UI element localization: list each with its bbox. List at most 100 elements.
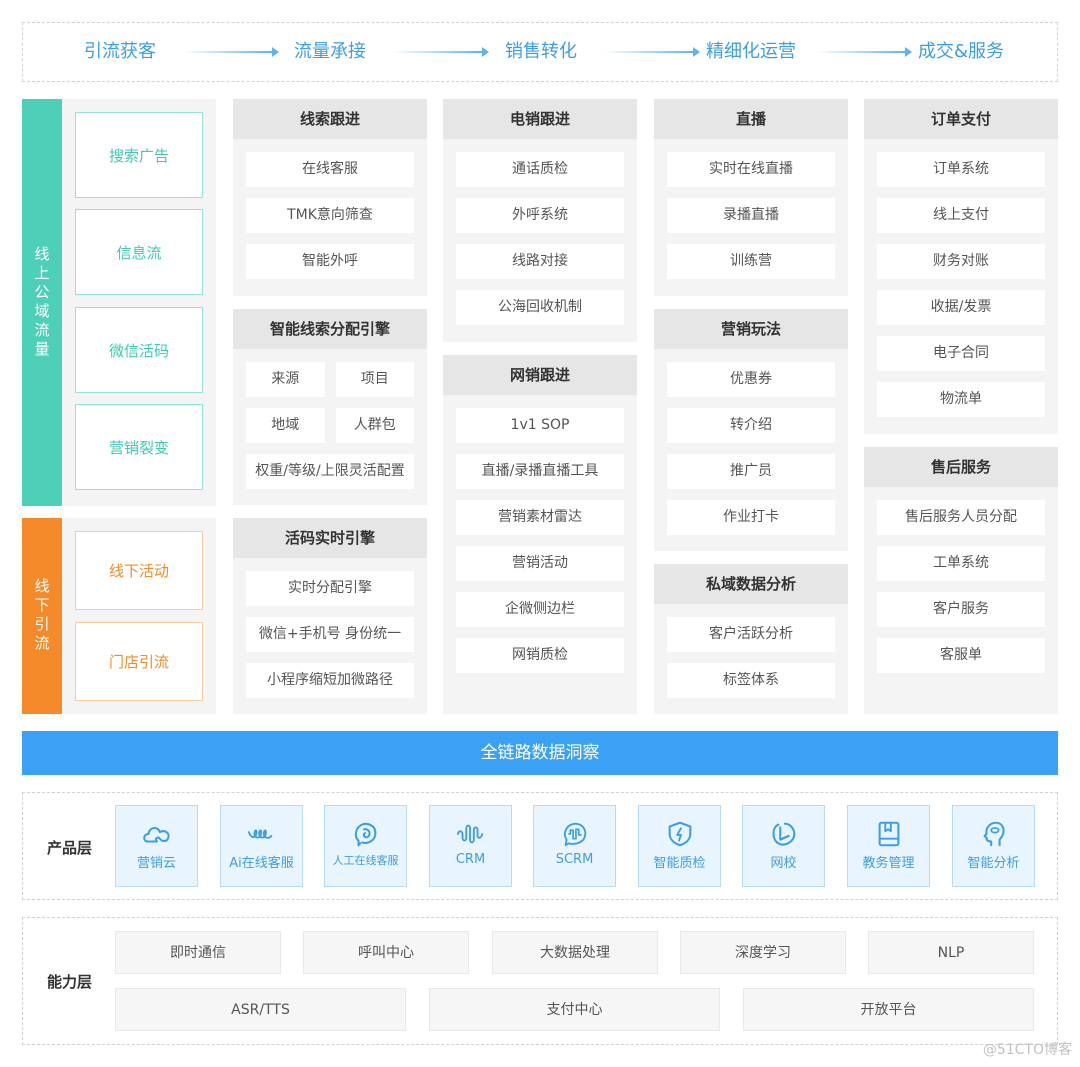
product-name: Ai在线客服 [229,856,294,871]
full-chain-insight-bar: 全链路数据洞察 [22,731,1058,775]
source-store[interactable]: 门店引流 [75,622,203,701]
product-layer-label: 产品层 [47,839,93,857]
list-item[interactable]: 客服单 [877,638,1045,673]
panel-private-data: 私域数据分析 客户活跃分析 标签体系 [654,564,848,714]
list-item[interactable]: 收据/发票 [877,290,1045,325]
ability-layer: 能力层 即时通信 呼叫中心 大数据处理 深度学习 NLP ASR/TTS 支付中… [22,917,1058,1045]
list-item[interactable]: 线路对接 [456,244,624,279]
list-item[interactable]: 优惠券 [667,362,835,397]
product-name: 智能分析 [967,856,1020,871]
chat-wave-icon [563,822,586,847]
product-name: 网校 [770,856,797,871]
list-item[interactable]: 营销活动 [456,546,624,581]
source-wechat-code[interactable]: 微信活码 [75,307,203,393]
list-item[interactable]: 录播直播 [667,198,835,233]
product-card-scrm[interactable]: SCRM [533,805,616,887]
list-item[interactable]: 订单系统 [877,152,1045,187]
ability-item[interactable]: 即时通信 [115,931,281,974]
flow-step-operate: 精细化运营 [706,41,796,62]
list-item[interactable]: 1v1 SOP [456,408,624,443]
list-item[interactable]: 实时在线直播 [667,152,835,187]
list-item[interactable]: 电子合同 [877,336,1045,371]
product-card-human-service[interactable]: 人工在线客服 [324,805,407,887]
list-item[interactable]: 外呼系统 [456,198,624,233]
list-item[interactable]: 通话质检 [456,152,624,187]
panel-title: 电销跟进 [443,99,637,139]
list-item[interactable]: 客户服务 [877,592,1045,627]
source-search-ads[interactable]: 搜索广告 [75,112,203,198]
list-item[interactable]: 客户活跃分析 [667,617,835,652]
shield-bolt-icon [668,821,691,847]
list-item[interactable]: 小程序缩短加微路径 [246,663,414,698]
ability-item[interactable]: 深度学习 [680,931,846,974]
ability-item[interactable]: 支付中心 [429,988,720,1031]
list-item[interactable]: 推广员 [667,454,835,489]
flow-step-receive: 流量承接 [294,41,366,62]
list-item[interactable]: 售后服务人员分配 [877,500,1045,535]
panel-live-code-engine: 活码实时引擎 实时分配引擎 微信+手机号 身份统一 小程序缩短加微路径 [233,518,427,714]
list-item[interactable]: 地域 [246,408,325,443]
list-item[interactable]: 直播/录播直播工具 [456,454,624,489]
watermark: @51CTO博客 [982,1042,1072,1058]
list-item[interactable]: 标签体系 [667,663,835,698]
product-card-online-school[interactable]: 网校 [742,805,825,887]
product-card-crm[interactable]: CRM [429,805,512,887]
panel-title: 智能线索分配引擎 [233,309,427,349]
product-card-ai-service[interactable]: Ai在线客服 [220,805,303,887]
arrow-right-icon [604,47,700,57]
ability-item[interactable]: 呼叫中心 [303,931,469,974]
list-item[interactable]: TMK意向筛查 [246,198,414,233]
list-item[interactable]: 作业打卡 [667,500,835,535]
list-item[interactable]: 营销素材雷达 [456,500,624,535]
process-flow-bar: 引流获客 流量承接 销售转化 精细化运营 成交&服务 [22,22,1058,82]
panel-title: 私域数据分析 [654,564,848,604]
cloud-icon [142,827,170,843]
list-item[interactable]: 网销质检 [456,638,624,673]
product-card-quality-check[interactable]: 智能质检 [638,805,721,887]
panel-live: 直播 实时在线直播 录播直播 训练营 [654,99,848,296]
wave-loops-icon [247,829,272,839]
list-item[interactable]: 物流单 [877,382,1045,417]
arrow-right-icon [393,47,489,57]
list-item[interactable]: 线上支付 [877,198,1045,233]
product-name: 人工在线客服 [332,854,399,867]
panel-order-payment: 订单支付 订单系统 线上支付 财务对账 收据/发票 电子合同 物流单 [864,99,1058,434]
book-icon [878,821,899,847]
ability-item[interactable]: NLP [868,931,1034,974]
list-item[interactable]: 训练营 [667,244,835,279]
ability-item[interactable]: ASR/TTS [115,988,406,1031]
source-offline-event[interactable]: 线下活动 [75,531,203,610]
panel-title: 订单支付 [864,99,1058,139]
product-name: 营销云 [136,856,176,871]
list-item[interactable]: 权重/等级/上限灵活配置 [246,454,414,489]
panel-lead-distribution: 智能线索分配引擎 来源 项目 地域 人群包 权重/等级/上限灵活配置 [233,309,427,505]
source-viral-marketing[interactable]: 营销裂变 [75,404,203,490]
list-item[interactable]: 微信+手机号 身份统一 [246,617,414,652]
product-card-smart-analysis[interactable]: 智能分析 [952,805,1035,887]
list-item[interactable]: 在线客服 [246,152,414,187]
list-item[interactable]: 工单系统 [877,546,1045,581]
source-feed[interactable]: 信息流 [75,209,203,295]
list-item[interactable]: 财务对账 [877,244,1045,279]
ability-item[interactable]: 大数据处理 [492,931,658,974]
list-item[interactable]: 人群包 [335,408,414,443]
product-card-academic-admin[interactable]: 教务管理 [847,805,930,887]
product-card-marketing-cloud[interactable]: 营销云 [115,805,198,887]
play-circle-icon [771,822,795,846]
offline-traffic-group: 线下引流 线下活动 门店引流 [22,518,216,714]
list-item[interactable]: 转介绍 [667,408,835,443]
offline-traffic-label: 线下引流 [22,518,62,714]
list-item[interactable]: 来源 [246,362,325,397]
arrow-right-icon [816,47,912,57]
list-item[interactable]: 实时分配引擎 [246,571,414,606]
flow-step-convert: 销售转化 [505,41,577,62]
ability-item[interactable]: 开放平台 [743,988,1034,1031]
product-name: 教务管理 [862,856,915,871]
signal-wave-icon [456,824,483,844]
list-item[interactable]: 智能外呼 [246,244,414,279]
list-item[interactable]: 企微侧边栏 [456,592,624,627]
panel-marketing-play: 营销玩法 优惠券 转介绍 推广员 作业打卡 [654,309,848,551]
chat-bubble-icon [354,822,376,847]
list-item[interactable]: 公海回收机制 [456,290,624,325]
list-item[interactable]: 项目 [335,362,414,397]
